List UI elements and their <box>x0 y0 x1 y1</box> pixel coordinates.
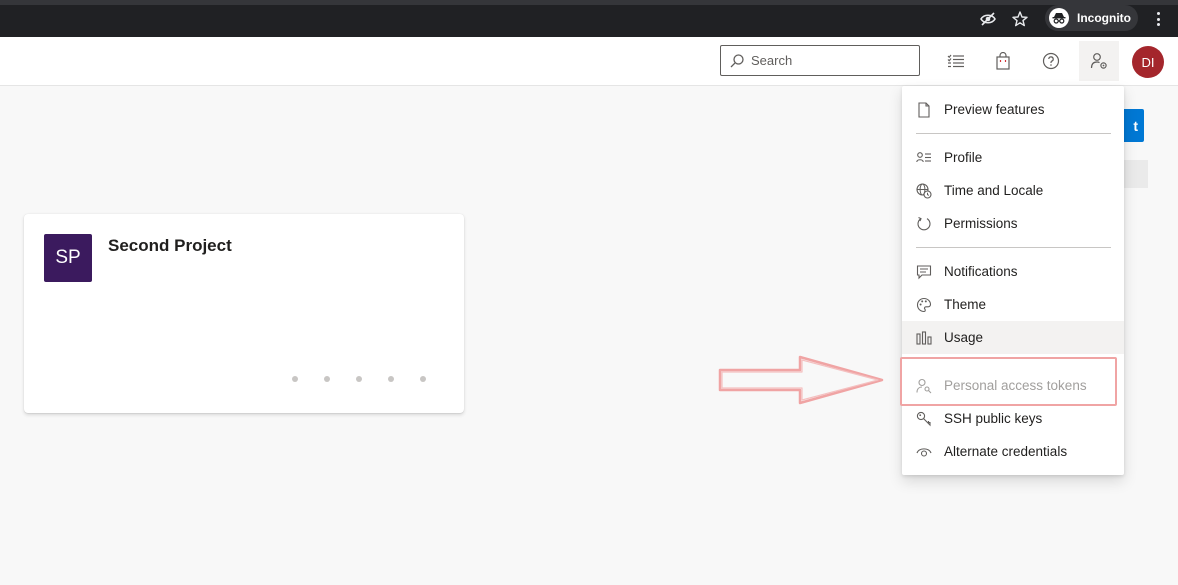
loading-dot <box>420 376 426 382</box>
incognito-label: Incognito <box>1077 11 1131 25</box>
loading-dot <box>388 376 394 382</box>
checklist-icon <box>947 54 964 68</box>
menu-item-preview-features[interactable]: Preview features <box>902 93 1124 126</box>
menu-item-usage[interactable]: Usage <box>902 321 1124 354</box>
shopping-bag-icon <box>996 52 1010 70</box>
menu-item-ssh-public-keys[interactable]: SSH public keys <box>902 402 1124 435</box>
menu-item-label: Notifications <box>944 264 1018 279</box>
menu-divider <box>916 133 1111 134</box>
menu-item-label: SSH public keys <box>944 411 1043 426</box>
eye-icon <box>916 444 932 460</box>
browser-menu-icon[interactable] <box>1151 10 1165 28</box>
browser-toolbar: Incognito <box>0 0 1178 37</box>
menu-item-label: Preview features <box>944 102 1045 117</box>
document-icon <box>916 101 932 118</box>
menu-item-notifications[interactable]: Notifications <box>902 255 1124 288</box>
annotation-highlight-box <box>900 357 1117 406</box>
menu-item-time-and-locale[interactable]: Time and Locale <box>902 174 1124 207</box>
tracking-protection-icon[interactable] <box>979 10 997 28</box>
user-avatar[interactable]: DI <box>1132 46 1164 78</box>
loading-dot <box>324 376 330 382</box>
marketplace-button[interactable] <box>983 41 1023 81</box>
search-input[interactable]: Search <box>720 45 920 76</box>
refresh-icon <box>916 216 932 232</box>
incognito-indicator[interactable]: Incognito <box>1045 5 1138 31</box>
search-placeholder: Search <box>751 53 793 68</box>
help-icon <box>1042 52 1060 70</box>
menu-divider <box>916 247 1111 248</box>
search-icon <box>730 53 744 67</box>
menu-item-permissions[interactable]: Permissions <box>902 207 1124 240</box>
help-button[interactable] <box>1031 41 1071 81</box>
new-project-label: t <box>1133 117 1138 134</box>
browser-tabstrip-edge <box>0 0 1178 5</box>
loading-dot <box>356 376 362 382</box>
palette-icon <box>916 297 932 313</box>
work-items-button[interactable] <box>936 41 976 81</box>
message-icon <box>916 264 932 280</box>
menu-item-theme[interactable]: Theme <box>902 288 1124 321</box>
menu-item-alternate-credentials[interactable]: Alternate credentials <box>902 435 1124 468</box>
incognito-icon <box>1049 8 1069 28</box>
user-settings-menu: Preview features Profile Time and Locale… <box>902 86 1124 475</box>
project-card[interactable]: SP Second Project <box>24 214 464 413</box>
bookmark-star-icon[interactable] <box>1011 10 1029 28</box>
card-loading-dots <box>292 376 426 382</box>
bar-chart-icon <box>916 330 932 346</box>
user-settings-button[interactable] <box>1079 41 1119 81</box>
menu-item-label: Theme <box>944 297 987 312</box>
loading-dot <box>292 376 298 382</box>
app-header: Search DI <box>0 37 1178 86</box>
user-settings-icon <box>1090 53 1107 69</box>
globe-clock-icon <box>916 182 932 199</box>
project-avatar: SP <box>44 234 92 282</box>
menu-item-label: Time and Locale <box>944 183 1044 198</box>
menu-item-label: Usage <box>944 330 984 345</box>
annotation-arrow <box>718 355 884 405</box>
project-name[interactable]: Second Project <box>108 236 232 256</box>
menu-item-profile[interactable]: Profile <box>902 141 1124 174</box>
menu-item-label: Profile <box>944 150 983 165</box>
contact-card-icon <box>916 150 932 166</box>
key-icon <box>916 411 932 427</box>
menu-item-label: Alternate credentials <box>944 444 1068 459</box>
menu-item-label: Permissions <box>944 216 1018 231</box>
